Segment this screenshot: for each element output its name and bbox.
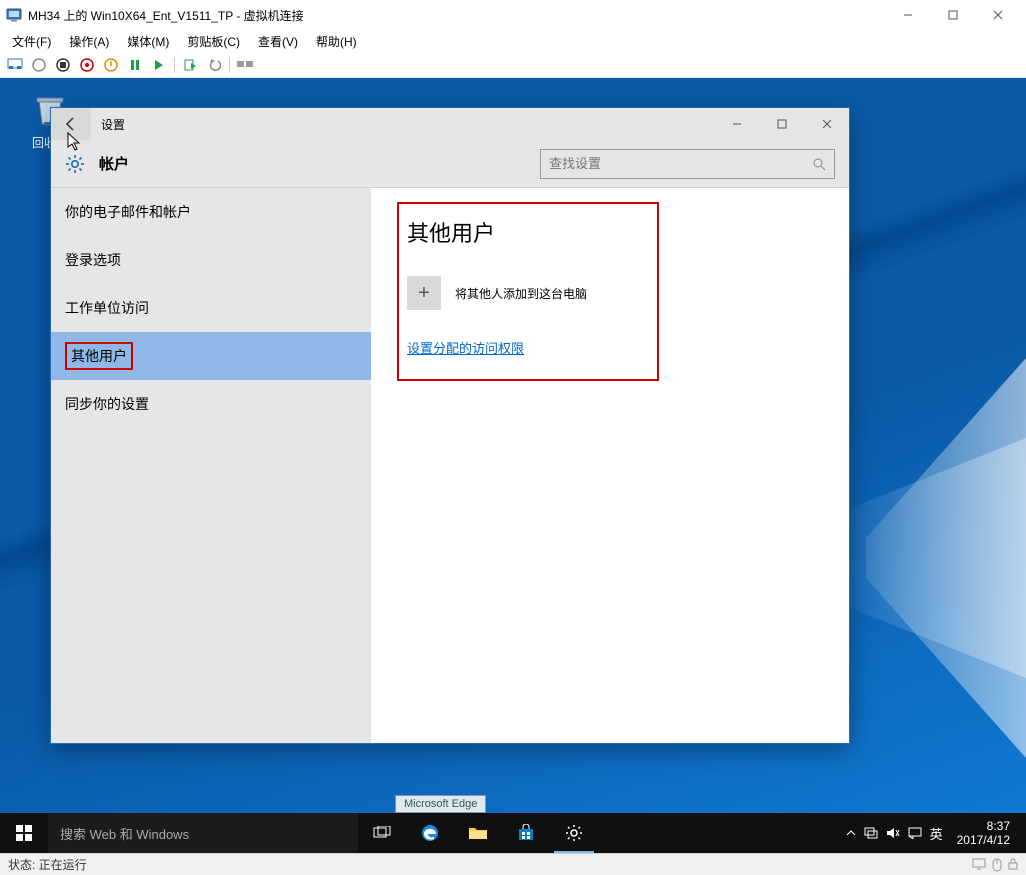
toolbar-separator xyxy=(229,57,230,73)
settings-search-input[interactable] xyxy=(549,156,812,171)
settings-search[interactable] xyxy=(540,149,835,179)
sidebar-item-sync-settings[interactable]: 同步你的设置 xyxy=(51,380,371,428)
taskbar-settings[interactable] xyxy=(550,813,598,853)
tray-time: 8:37 xyxy=(957,819,1010,833)
taskbar: 搜索 Web 和 Windows 英 8:37 2017/4/12 xyxy=(0,813,1026,853)
status-display-icon xyxy=(972,858,986,872)
task-view-icon xyxy=(373,826,391,840)
save-icon[interactable] xyxy=(102,56,120,74)
sidebar-item-label: 登录选项 xyxy=(65,250,121,270)
vm-app-icon xyxy=(6,7,22,23)
vm-status-text: 状态: 正在运行 xyxy=(8,856,87,873)
settings-title-text: 设置 xyxy=(91,116,714,133)
checkpoint-icon[interactable] xyxy=(181,56,199,74)
gear-icon xyxy=(565,824,583,842)
menu-help[interactable]: 帮助(H) xyxy=(312,31,361,52)
taskbar-pinned xyxy=(358,813,598,853)
arrow-left-icon xyxy=(63,116,79,132)
start-icon[interactable] xyxy=(30,56,48,74)
settings-breadcrumb: 帐户 xyxy=(99,153,129,174)
task-view-button[interactable] xyxy=(358,813,406,853)
taskbar-search[interactable]: 搜索 Web 和 Windows xyxy=(48,813,358,853)
guest-desktop[interactable]: 回收站 设置 帐户 xyxy=(0,78,1026,853)
tray-notifications-icon[interactable] xyxy=(908,827,922,839)
tray-network-icon[interactable] xyxy=(864,827,878,839)
start-button[interactable] xyxy=(0,813,48,853)
system-tray: 英 8:37 2017/4/12 xyxy=(836,819,1026,847)
settings-minimize-button[interactable] xyxy=(714,108,759,140)
settings-sidebar: 你的电子邮件和帐户 登录选项 工作单位访问 其他用户 同步你的设置 xyxy=(51,188,371,743)
taskbar-store[interactable] xyxy=(502,813,550,853)
vm-title-text: MH34 上的 Win10X64_Ent_V1511_TP - 虚拟机连接 xyxy=(28,7,885,24)
vm-minimize-button[interactable] xyxy=(885,0,930,30)
back-button[interactable] xyxy=(51,108,91,140)
menu-file[interactable]: 文件(F) xyxy=(8,31,55,52)
sidebar-item-signin-options[interactable]: 登录选项 xyxy=(51,236,371,284)
add-other-user-label: 将其他人添加到这台电脑 xyxy=(455,285,587,302)
taskbar-explorer[interactable] xyxy=(454,813,502,853)
assigned-access-link[interactable]: 设置分配的访问权限 xyxy=(407,341,524,356)
vm-titlebar: MH34 上的 Win10X64_Ent_V1511_TP - 虚拟机连接 xyxy=(0,0,1026,30)
gear-icon xyxy=(65,154,85,174)
vm-close-button[interactable] xyxy=(975,0,1020,30)
settings-titlebar: 设置 xyxy=(51,108,849,140)
menu-view[interactable]: 查看(V) xyxy=(254,31,302,52)
content-heading: 其他用户 xyxy=(407,216,649,248)
sidebar-item-label: 同步你的设置 xyxy=(65,394,149,414)
status-lock-icon xyxy=(1008,858,1018,872)
menu-action[interactable]: 操作(A) xyxy=(65,31,113,52)
search-icon xyxy=(812,157,826,171)
tray-volume-icon[interactable] xyxy=(886,827,900,839)
ctrl-alt-del-icon[interactable] xyxy=(6,56,24,74)
edge-tooltip: Microsoft Edge xyxy=(395,795,486,813)
tray-clock[interactable]: 8:37 2017/4/12 xyxy=(951,819,1016,847)
highlighted-region: 其他用户 + 将其他人添加到这台电脑 设置分配的访问权限 xyxy=(397,202,659,381)
settings-content: 其他用户 + 将其他人添加到这台电脑 设置分配的访问权限 xyxy=(371,188,849,743)
vm-statusbar: 状态: 正在运行 xyxy=(0,853,1026,875)
edge-icon xyxy=(420,823,440,843)
reset-icon[interactable] xyxy=(150,56,168,74)
tray-ime-indicator[interactable]: 英 xyxy=(930,824,943,843)
turnoff-icon[interactable] xyxy=(54,56,72,74)
sidebar-item-label: 其他用户 xyxy=(65,342,133,370)
shutdown-icon[interactable] xyxy=(78,56,96,74)
settings-window: 设置 帐户 你的电子邮件和帐户 登录选项 工作单位访问 xyxy=(50,107,850,744)
sidebar-item-work-access[interactable]: 工作单位访问 xyxy=(51,284,371,332)
vm-menubar: 文件(F) 操作(A) 媒体(M) 剪贴板(C) 查看(V) 帮助(H) xyxy=(0,30,1026,52)
menu-media[interactable]: 媒体(M) xyxy=(123,31,173,52)
vm-maximize-button[interactable] xyxy=(930,0,975,30)
enhanced-session-icon[interactable] xyxy=(236,56,254,74)
settings-close-button[interactable] xyxy=(804,108,849,140)
store-icon xyxy=(517,824,535,842)
sidebar-item-label: 工作单位访问 xyxy=(65,298,149,318)
plus-icon: + xyxy=(407,276,441,310)
vm-toolbar xyxy=(0,52,1026,78)
sidebar-item-email-accounts[interactable]: 你的电子邮件和帐户 xyxy=(51,188,371,236)
taskbar-search-placeholder: 搜索 Web 和 Windows xyxy=(60,824,189,843)
sidebar-item-other-users[interactable]: 其他用户 xyxy=(51,332,371,380)
folder-icon xyxy=(468,825,488,841)
tray-chevron-up-icon[interactable] xyxy=(846,828,856,838)
revert-icon[interactable] xyxy=(205,56,223,74)
settings-header: 帐户 xyxy=(51,140,849,188)
taskbar-edge[interactable] xyxy=(406,813,454,853)
pause-icon[interactable] xyxy=(126,56,144,74)
status-mouse-icon xyxy=(992,858,1002,872)
settings-maximize-button[interactable] xyxy=(759,108,804,140)
tray-date: 2017/4/12 xyxy=(957,833,1010,847)
toolbar-separator xyxy=(174,57,175,73)
windows-logo-icon xyxy=(16,825,32,841)
vm-connect-window: MH34 上的 Win10X64_Ent_V1511_TP - 虚拟机连接 文件… xyxy=(0,0,1026,875)
menu-clipboard[interactable]: 剪贴板(C) xyxy=(183,31,244,52)
sidebar-item-label: 你的电子邮件和帐户 xyxy=(65,202,191,222)
add-other-user-row[interactable]: + 将其他人添加到这台电脑 xyxy=(407,276,649,310)
settings-body: 你的电子邮件和帐户 登录选项 工作单位访问 其他用户 同步你的设置 其他用户 +… xyxy=(51,188,849,743)
